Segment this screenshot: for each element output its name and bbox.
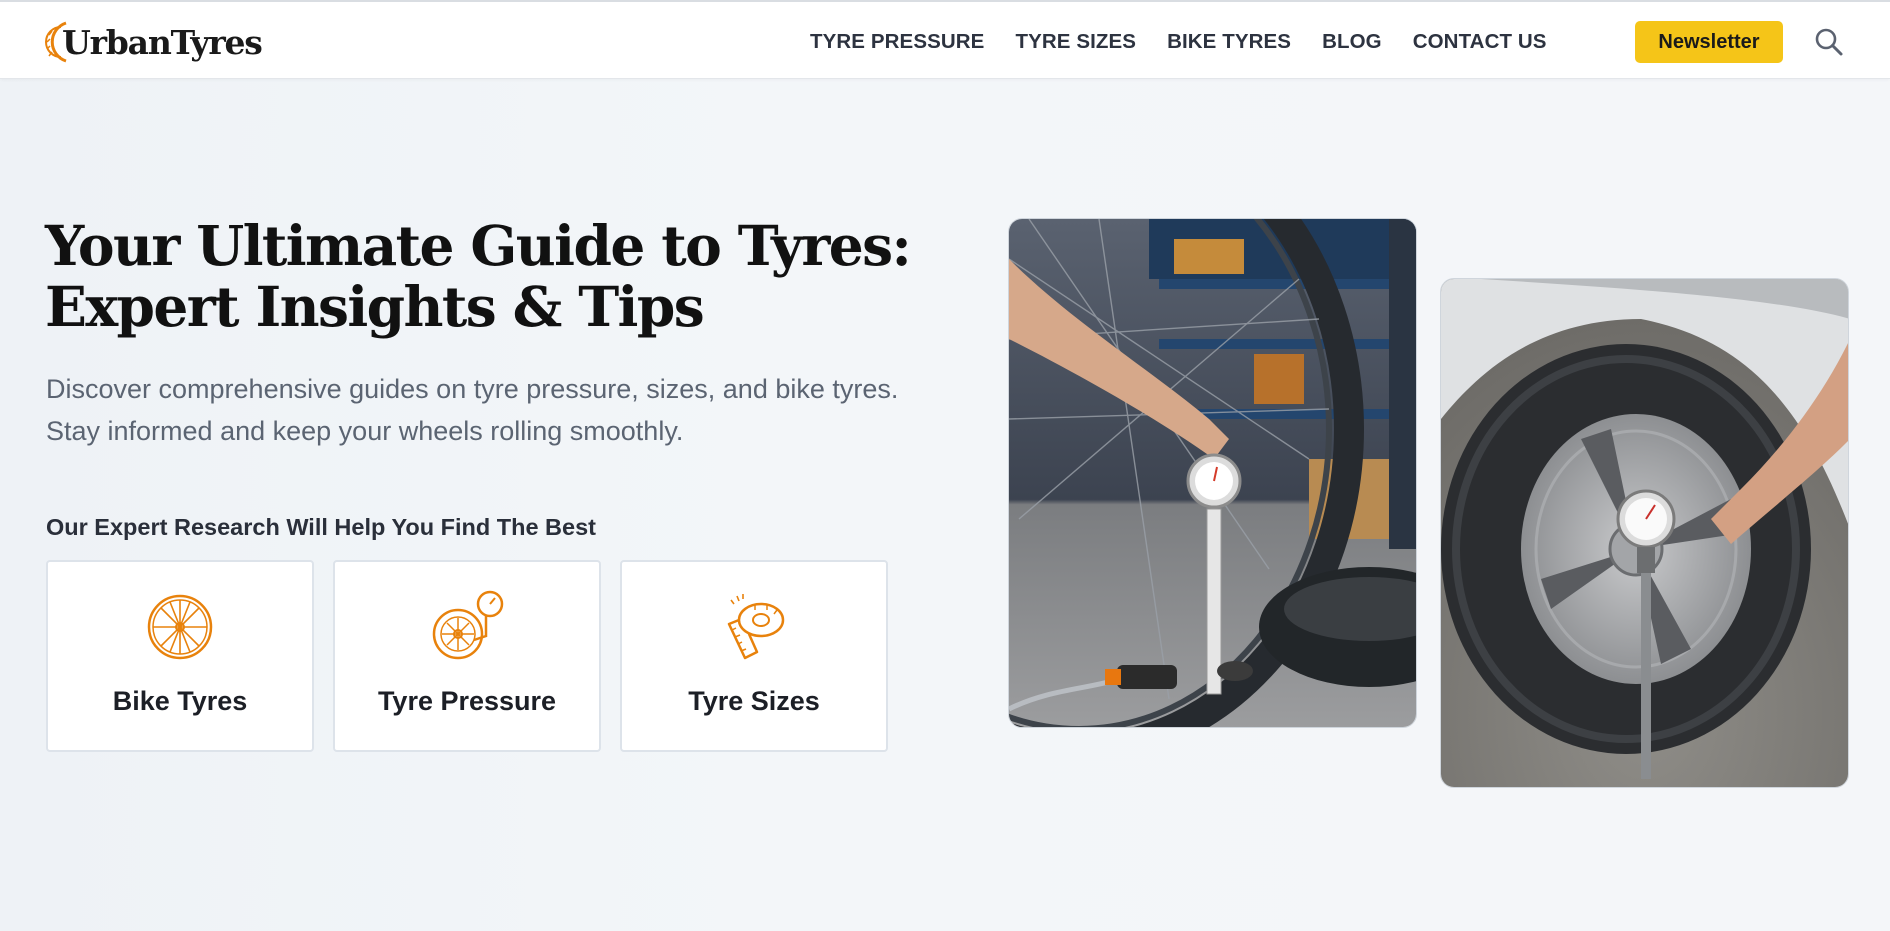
- bike-wheel-icon: [147, 594, 213, 660]
- card-label: Bike Tyres: [112, 686, 248, 716]
- bike-tyre-pressure-gauge-photo: [1008, 218, 1417, 728]
- research-label: Our Expert Research Will Help You Find T…: [46, 514, 596, 540]
- site-logo[interactable]: UrbanTyres: [44, 18, 263, 66]
- card-tyre-pressure[interactable]: Tyre Pressure: [333, 560, 601, 752]
- main-nav: TYRE PRESSURE TYRE SIZES BIKE TYRES BLOG…: [810, 2, 1578, 81]
- search-button[interactable]: [1813, 26, 1845, 58]
- hero-title-line-1: Your Ultimate Guide to Tyres:: [45, 213, 912, 278]
- nav-blog[interactable]: BLOG: [1322, 30, 1382, 54]
- nav-tyre-pressure[interactable]: TYRE PRESSURE: [810, 30, 984, 54]
- search-icon: [1815, 28, 1843, 56]
- card-label: Tyre Pressure: [377, 686, 557, 716]
- hero-subtitle: Discover comprehensive guides on tyre pr…: [46, 374, 899, 446]
- nav-contact-us[interactable]: CONTACT US: [1413, 30, 1547, 54]
- card-tyre-sizes[interactable]: Tyre Sizes: [620, 560, 888, 752]
- newsletter-button[interactable]: Newsletter: [1635, 21, 1783, 63]
- card-label: Tyre Sizes: [688, 686, 820, 716]
- pressure-gauge-icon: [432, 590, 504, 660]
- hero-title-line-2: Expert Insights & Tips: [45, 274, 705, 339]
- nav-tyre-sizes[interactable]: TYRE SIZES: [1015, 30, 1136, 54]
- car-tyre-pressure-gauge-photo: [1440, 278, 1849, 788]
- card-bike-tyres[interactable]: Bike Tyres: [46, 560, 314, 752]
- hero-title: Your Ultimate Guide to Tyres: Expert Ins…: [45, 215, 945, 337]
- measuring-tape-icon: [727, 594, 785, 660]
- site-logo-text: UrbanTyres: [62, 22, 263, 62]
- site-header: UrbanTyres TYRE PRESSURE TYRE SIZES BIKE…: [0, 0, 1890, 79]
- nav-bike-tyres[interactable]: BIKE TYRES: [1167, 30, 1291, 54]
